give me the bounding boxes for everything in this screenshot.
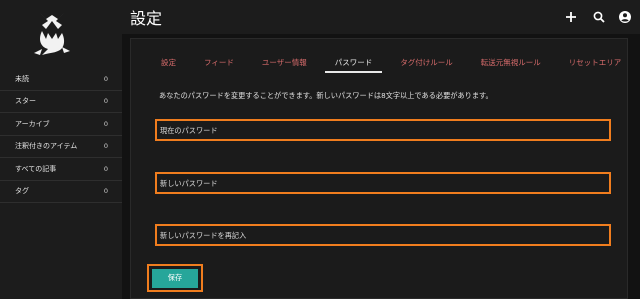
sidebar-item-unread[interactable]: 未読 0 [0, 68, 122, 91]
sidebar-item-starred[interactable]: スター 0 [0, 91, 122, 113]
tab-password[interactable]: パスワード [324, 53, 383, 73]
password-description: あなたのパスワードを変更することができます。新しいパスワードは8文字以上である必… [159, 91, 493, 100]
sidebar-item-tags[interactable]: タグ 0 [0, 181, 122, 203]
new-password-input[interactable] [160, 178, 609, 188]
tab-settings[interactable]: 設定 [161, 53, 176, 73]
repeat-password-field-wrap [155, 224, 611, 246]
settings-card: 設定 フィード ユーザー情報 パスワード タグ付けルール 転送元無視ルール リセ… [130, 38, 628, 299]
sidebar-item-count: 0 [103, 187, 108, 196]
tab-tagging-rules[interactable]: タグ付けルール [400, 53, 453, 73]
sidebar-item-label: 未読 [15, 74, 29, 83]
account-icon[interactable] [618, 10, 632, 24]
page-title: 設定 [130, 9, 163, 28]
sidebar-item-count: 0 [103, 74, 108, 83]
sidebar-item-count: 0 [103, 97, 108, 106]
sidebar-item-count: 0 [103, 119, 108, 128]
tab-ignore-origin-rules[interactable]: 転送元無視ルール [481, 53, 541, 73]
new-password-field-wrap [155, 172, 611, 194]
sidebar: 未読 0 スター 0 アーカイブ 0 注釈付きのアイテム 0 すべての記事 0 … [0, 0, 122, 299]
settings-tabs: 設定 フィード ユーザー情報 パスワード タグ付けルール 転送元無視ルール リセ… [161, 53, 640, 73]
sidebar-item-count: 0 [103, 142, 108, 151]
tab-reset-area[interactable]: リセットエリア [569, 53, 622, 73]
plus-icon[interactable] [564, 10, 578, 24]
logo[interactable] [28, 9, 76, 61]
current-password-input[interactable] [160, 125, 609, 135]
repeat-password-input[interactable] [160, 230, 609, 240]
sidebar-item-label: スター [15, 97, 36, 106]
top-bar: 設定 [122, 0, 640, 34]
tab-user-info[interactable]: ユーザー情報 [262, 53, 307, 73]
sidebar-item-label: すべての記事 [15, 164, 57, 173]
save-button[interactable]: 保存 [152, 268, 198, 288]
search-icon[interactable] [592, 10, 606, 24]
sidebar-item-all[interactable]: すべての記事 0 [0, 158, 122, 181]
sidebar-item-count: 0 [103, 164, 108, 173]
sidebar-item-archive[interactable]: アーカイブ 0 [0, 113, 122, 136]
tab-feeds[interactable]: フィード [204, 53, 234, 73]
sidebar-item-label: タグ [15, 187, 29, 196]
save-button-wrap: 保存 [147, 264, 203, 292]
sidebar-item-label: アーカイブ [15, 119, 50, 128]
sidebar-item-annotated[interactable]: 注釈付きのアイテム 0 [0, 136, 122, 158]
current-password-field-wrap [155, 119, 611, 141]
sidebar-nav: 未読 0 スター 0 アーカイブ 0 注釈付きのアイテム 0 すべての記事 0 … [0, 68, 122, 203]
sidebar-item-label: 注釈付きのアイテム [15, 142, 78, 151]
